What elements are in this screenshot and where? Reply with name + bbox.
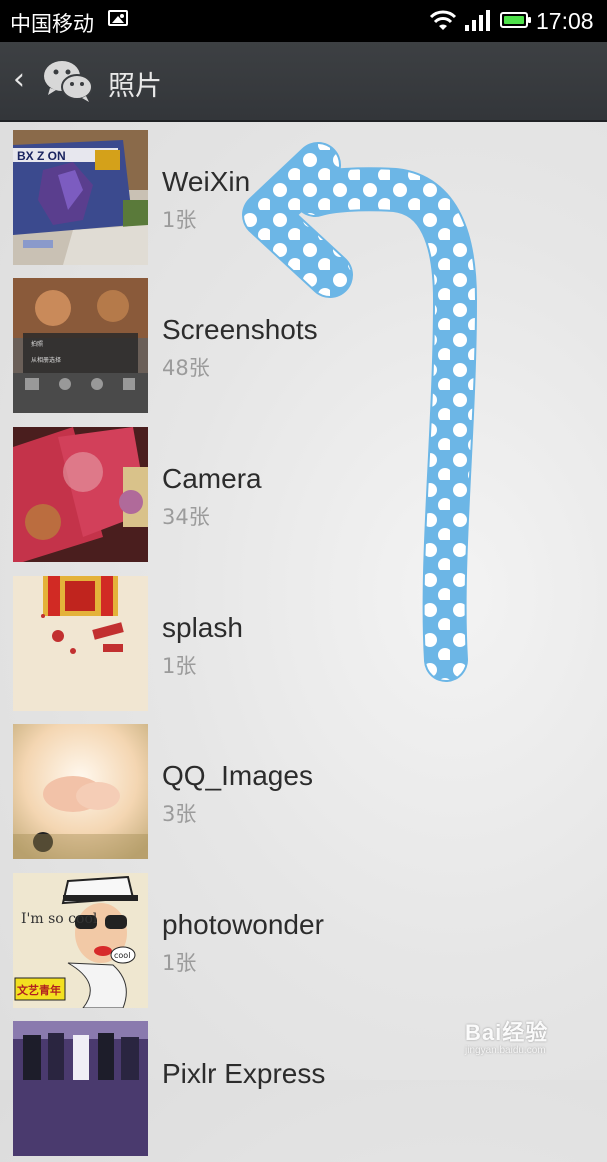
album-item-photowonder[interactable]: I'm so cool 文艺青年 cool photowonder 1张	[0, 865, 607, 1013]
album-thumbnail	[13, 724, 148, 859]
thumbnail-box-text: BX Z ON	[17, 149, 66, 163]
album-count: 3张	[162, 802, 197, 826]
chevron-left-icon[interactable]: ‹	[13, 62, 33, 98]
thumbnail-badge-text: 文艺青年	[17, 983, 61, 997]
title-bar: ‹ 照片	[0, 42, 607, 122]
album-name: Camera	[162, 463, 262, 494]
album-thumbnail	[13, 1021, 148, 1156]
image-notification-icon	[108, 10, 128, 26]
album-count: 34张	[162, 505, 210, 529]
album-thumbnail: 拍照 从相册选择	[13, 278, 148, 413]
album-name: splash	[162, 612, 243, 643]
thumbnail-menu-text: 从相册选择	[31, 356, 61, 364]
watermark-brand: Bai经验	[465, 1020, 549, 1045]
wechat-logo-icon	[44, 61, 93, 102]
album-count: 1张	[162, 208, 197, 232]
clock: 17:08	[536, 8, 594, 34]
album-item-weixin[interactable]: BX Z ON WeiXin 1张	[0, 122, 607, 270]
album-item-qq-images[interactable]: QQ_Images 3张	[0, 716, 607, 864]
thumbnail-caption-text: I'm so cool	[21, 911, 98, 927]
watermark: Bai经验 jingyan.baidu.com	[465, 1015, 548, 1056]
album-count: 48张	[162, 356, 210, 380]
album-name: WeiXin	[162, 166, 251, 197]
album-name: Screenshots	[162, 314, 318, 345]
album-count: 1张	[162, 654, 197, 678]
album-item-camera[interactable]: Camera 34张	[0, 419, 607, 567]
album-name: Pixlr Express	[162, 1058, 326, 1089]
album-name: photowonder	[162, 909, 324, 940]
page-title: 照片	[108, 71, 162, 102]
album-thumbnail: BX Z ON	[13, 130, 148, 265]
album-item-screenshots[interactable]: 拍照 从相册选择 Screenshots 48张	[0, 270, 607, 418]
album-thumbnail	[13, 427, 148, 562]
album-thumbnail: I'm so cool 文艺青年 cool	[13, 873, 148, 1008]
thumbnail-bubble-text: cool	[114, 951, 130, 960]
watermark-url: jingyan.baidu.com	[465, 1045, 546, 1056]
carrier-label: 中国移动	[10, 13, 94, 36]
album-item-splash[interactable]: splash 1张	[0, 568, 607, 716]
signal-icon	[465, 10, 490, 31]
wifi-icon	[429, 10, 457, 30]
battery-icon	[500, 12, 531, 28]
album-name: QQ_Images	[162, 760, 313, 791]
thumbnail-menu-text: 拍照	[31, 340, 43, 348]
status-bar: 中国移动 17:08	[0, 0, 607, 42]
album-thumbnail	[13, 576, 148, 711]
album-count: 1张	[162, 951, 197, 975]
